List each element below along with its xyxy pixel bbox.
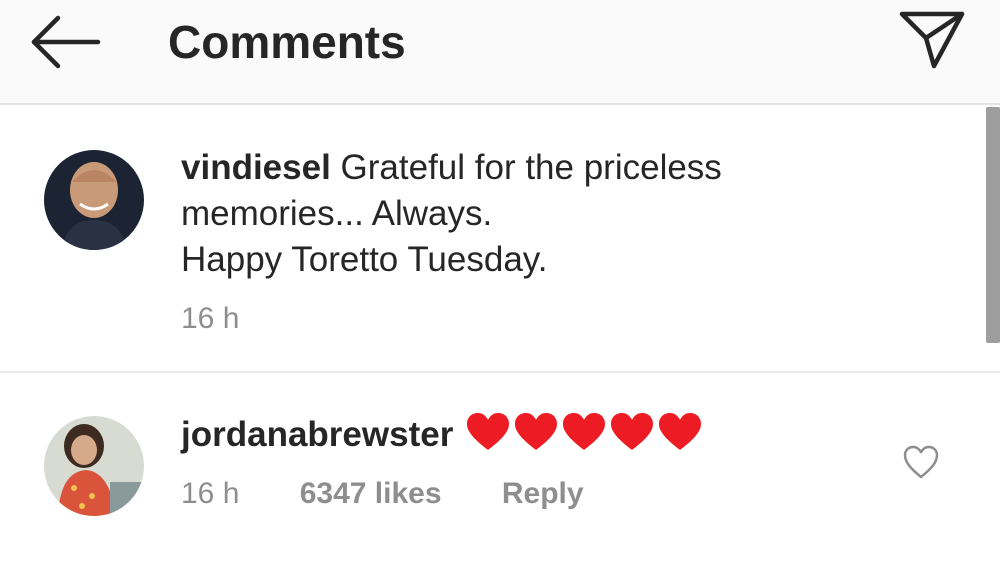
caption-line-1: Grateful for the priceless <box>340 148 722 187</box>
reply-button[interactable]: Reply <box>502 477 584 510</box>
avatar-image <box>44 416 144 516</box>
caption-line-2: memories... Always. <box>181 194 493 233</box>
comments-header: Comments <box>0 0 1000 105</box>
scrollbar[interactable] <box>986 107 1000 343</box>
avatar[interactable] <box>44 150 144 250</box>
comment-text: jordanabrewster <box>181 412 821 458</box>
avatar[interactable] <box>44 416 144 516</box>
avatar-image <box>44 150 144 250</box>
arrow-left-icon[interactable] <box>28 14 104 70</box>
comment-username[interactable]: jordanabrewster <box>181 415 453 454</box>
red-heart-icon <box>515 413 558 450</box>
divider <box>0 371 1000 373</box>
red-heart-icon <box>659 413 702 450</box>
caption-meta: 16 h <box>181 301 239 337</box>
paper-plane-icon[interactable] <box>896 8 968 70</box>
heart-emoji-row <box>463 413 703 454</box>
caption-line-3: Happy Toretto Tuesday. <box>181 240 548 279</box>
comment-time: 16 h <box>181 477 240 510</box>
comment-likes-link[interactable]: 6347 likes <box>300 477 442 510</box>
red-heart-icon <box>563 413 606 450</box>
heart-outline-icon[interactable] <box>902 444 940 480</box>
red-heart-icon <box>611 413 654 450</box>
red-heart-icon <box>467 413 510 450</box>
caption-text: vindiesel Grateful for the priceless mem… <box>181 145 821 283</box>
caption-time: 16 h <box>181 302 240 335</box>
caption-username[interactable]: vindiesel <box>181 148 331 187</box>
comment-meta: 16 h 6347 likes Reply <box>181 476 584 512</box>
page-title: Comments <box>168 16 406 68</box>
